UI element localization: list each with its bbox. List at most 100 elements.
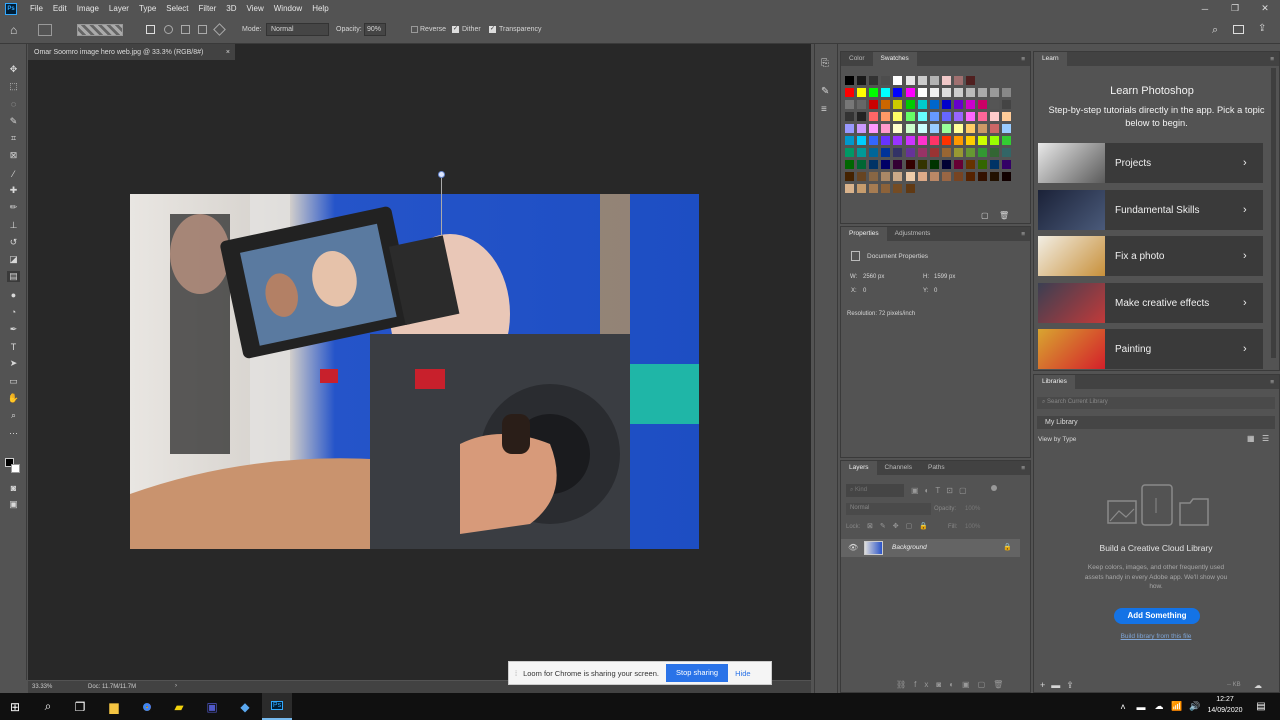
search-icon[interactable]: ⌕ <box>1212 24 1218 37</box>
fill-value[interactable]: 100% <box>965 524 980 530</box>
document-image[interactable] <box>130 194 699 549</box>
color-swatch[interactable] <box>917 76 927 85</box>
color-swatch[interactable] <box>845 172 854 181</box>
blur-tool-icon[interactable]: ● <box>7 289 20 300</box>
color-swatch[interactable] <box>941 136 951 145</box>
color-swatch[interactable] <box>881 160 891 169</box>
list-view-icon[interactable]: ☰ <box>1262 434 1269 443</box>
menu-window[interactable]: Window <box>269 4 307 13</box>
file-explorer-icon[interactable]: ▆ <box>99 693 129 720</box>
color-swatch[interactable] <box>893 124 903 133</box>
layer-opacity-value[interactable]: 100% <box>965 506 980 512</box>
color-swatch[interactable] <box>953 148 963 157</box>
layer-actions-bar[interactable]: ⛓fx◙◐▣▢🗑 <box>896 680 1011 689</box>
color-swatch[interactable] <box>941 148 951 157</box>
color-swatch[interactable] <box>905 100 915 109</box>
color-swatch[interactable] <box>990 160 1000 169</box>
angle-gradient-icon[interactable] <box>181 25 190 34</box>
color-swatch[interactable] <box>881 124 891 133</box>
edit-toolbar-icon[interactable]: ⋯ <box>7 428 20 439</box>
learn-topic-make-creative-effects[interactable]: Make creative effects › <box>1038 283 1263 323</box>
color-swatch[interactable] <box>905 124 915 133</box>
menu-filter[interactable]: Filter <box>194 4 222 13</box>
build-library-link[interactable]: Build library from this file <box>1034 633 1278 640</box>
color-swatch[interactable] <box>990 124 1000 133</box>
color-swatch[interactable] <box>929 112 939 121</box>
color-swatch[interactable] <box>893 88 903 97</box>
color-swatch[interactable] <box>990 148 1000 157</box>
diamond-gradient-icon[interactable] <box>213 23 226 36</box>
gradient-picker[interactable] <box>77 24 123 36</box>
eraser-tool-icon[interactable]: ◪ <box>7 254 20 265</box>
add-something-button[interactable]: Add Something <box>1114 608 1200 624</box>
tab-libraries[interactable]: Libraries <box>1034 375 1075 389</box>
layers-menu-icon[interactable]: ≡ <box>1021 465 1025 472</box>
properties-menu-icon[interactable]: ≡ <box>1021 231 1025 238</box>
color-swatch[interactable] <box>893 136 903 145</box>
path-selection-tool-icon[interactable]: ➤ <box>7 358 20 369</box>
color-swatch[interactable] <box>990 112 1000 121</box>
dither-checkbox[interactable]: ✓ <box>452 26 459 33</box>
learn-menu-icon[interactable]: ≡ <box>1270 56 1274 63</box>
filter-toggle-icon[interactable] <box>991 485 997 491</box>
brush-settings-icon[interactable]: ✎ <box>821 86 829 97</box>
color-swatch[interactable] <box>966 124 975 133</box>
delete-swatch-icon[interactable]: 🗑 <box>999 211 1009 220</box>
menu-layer[interactable]: Layer <box>104 4 134 13</box>
color-swatch[interactable] <box>929 76 939 85</box>
pen-tool-icon[interactable]: ✒ <box>7 324 20 335</box>
gradient-start-handle[interactable] <box>438 171 445 178</box>
color-swatch[interactable] <box>905 136 915 145</box>
color-swatch[interactable] <box>978 148 988 157</box>
sticky-notes-icon[interactable]: ▰ <box>164 693 194 720</box>
feedback-hub-icon[interactable]: ◆ <box>230 693 260 720</box>
width-value[interactable]: 2560 px <box>863 274 884 280</box>
quick-mask-icon[interactable]: ◙ <box>7 482 20 493</box>
menu-edit[interactable]: Edit <box>48 4 72 13</box>
color-swatch[interactable] <box>905 172 915 181</box>
teams-icon[interactable]: ▣ <box>197 693 227 720</box>
color-swatch[interactable] <box>857 160 867 169</box>
color-swatch[interactable] <box>917 124 927 133</box>
color-swatch[interactable] <box>845 76 854 85</box>
color-swatch[interactable] <box>917 136 927 145</box>
libraries-menu-icon[interactable]: ≡ <box>1270 379 1274 386</box>
color-swatch[interactable] <box>845 136 854 145</box>
tray-app-icon[interactable]: ▬ <box>1131 693 1151 720</box>
color-swatch[interactable] <box>845 184 854 193</box>
history-brush-tool-icon[interactable]: ↺ <box>7 237 20 248</box>
color-swatch[interactable] <box>929 160 939 169</box>
frame-tool-icon[interactable]: ⊠ <box>7 150 20 161</box>
history-panel-icon[interactable]: ⎘ <box>821 58 829 69</box>
color-swatch[interactable] <box>929 136 939 145</box>
color-swatch[interactable] <box>978 112 988 121</box>
learn-topic-fundamental-skills[interactable]: Fundamental Skills › <box>1038 190 1263 230</box>
clone-stamp-tool-icon[interactable]: ⊥ <box>7 220 20 231</box>
color-swatch[interactable] <box>917 100 927 109</box>
color-swatch[interactable] <box>917 160 927 169</box>
tab-adjustments[interactable]: Adjustments <box>887 227 939 241</box>
color-swatch[interactable] <box>941 124 951 133</box>
menu-type[interactable]: Type <box>134 4 161 13</box>
learn-topic-projects[interactable]: Projects › <box>1038 143 1263 183</box>
new-swatch-icon[interactable]: ▢ <box>981 211 989 220</box>
color-swatch[interactable] <box>953 76 963 85</box>
grid-view-icon[interactable]: ▦ <box>1247 434 1255 443</box>
color-swatch[interactable] <box>881 100 891 109</box>
taskbar-search-icon[interactable]: ⌕ <box>33 693 63 720</box>
menu-file[interactable]: File <box>25 4 48 13</box>
mode-select[interactable]: Normal <box>266 23 329 36</box>
onedrive-icon[interactable]: ☁ <box>1149 693 1169 720</box>
color-swatch[interactable] <box>978 160 988 169</box>
color-swatch[interactable] <box>869 100 879 109</box>
menu-3d[interactable]: 3D <box>221 4 241 13</box>
color-swatch[interactable] <box>905 88 915 97</box>
color-swatch[interactable] <box>953 100 963 109</box>
tab-color[interactable]: Color <box>841 52 873 66</box>
color-swatch[interactable] <box>1002 172 1012 181</box>
color-swatch[interactable] <box>1002 160 1012 169</box>
color-swatch[interactable] <box>1002 100 1012 109</box>
color-swatch[interactable] <box>905 160 915 169</box>
color-swatch[interactable] <box>869 160 879 169</box>
color-swatch[interactable] <box>929 100 939 109</box>
